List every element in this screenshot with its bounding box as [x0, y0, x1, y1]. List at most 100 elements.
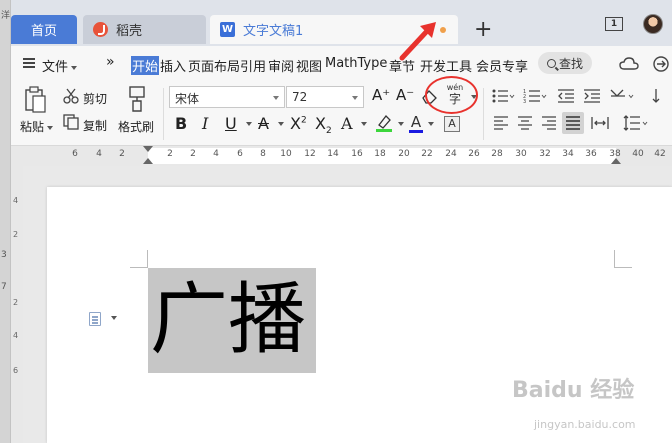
grow-font-button[interactable]: A⁺: [372, 86, 390, 104]
ruler-number: 20: [398, 149, 410, 159]
strikethrough-button[interactable]: A: [258, 114, 269, 133]
writer-logo-icon: W: [220, 22, 235, 37]
tab-view[interactable]: 视图: [296, 56, 322, 75]
strip-char: 3: [1, 250, 7, 260]
cut-button[interactable]: 剪切: [83, 90, 107, 107]
superscript-button[interactable]: X2: [290, 114, 307, 133]
tab-references[interactable]: 引用: [240, 56, 266, 75]
ruler-number: 18: [374, 149, 386, 159]
font-size-value: 72: [292, 90, 308, 104]
tab-start[interactable]: 开始: [131, 56, 160, 75]
horizontal-ruler[interactable]: 6 4 2 2 2 4 6 8 10 12 14 16 18 20 22 24 26 28 30 32 34 36 38 40…: [11, 146, 672, 166]
toolbar-divider: [483, 88, 484, 140]
paste-button[interactable]: 粘贴: [20, 118, 54, 135]
paste-icon[interactable]: [23, 86, 47, 114]
ruler-number: 14: [327, 149, 339, 159]
copy-icon[interactable]: [63, 114, 79, 130]
file-menu[interactable]: 文件: [42, 56, 78, 75]
ruler-number: 24: [445, 149, 457, 159]
distributed-align-icon[interactable]: [591, 116, 609, 130]
ruler-number: 4: [213, 149, 219, 159]
hamburger-icon[interactable]: [23, 58, 35, 68]
ruler-number: 2: [167, 149, 173, 159]
font-name-select[interactable]: 宋体: [169, 86, 285, 108]
more-menu-button[interactable]: »: [106, 54, 115, 70]
ruler-number: 40: [632, 149, 644, 159]
ruler-number: 2: [190, 149, 196, 159]
tab-member[interactable]: 会员专享: [476, 56, 528, 75]
bullet-list-icon[interactable]: [491, 88, 515, 104]
align-right-icon[interactable]: [541, 116, 557, 130]
chevron-down-icon: [71, 65, 78, 70]
sort-icon[interactable]: [651, 87, 669, 105]
tab-insert[interactable]: 插入: [160, 56, 186, 75]
scissors-icon[interactable]: [63, 88, 79, 104]
font-color-icon: A: [410, 113, 422, 131]
cloud-icon[interactable]: [619, 56, 639, 72]
search-icon: [546, 58, 556, 68]
align-center-icon[interactable]: [517, 116, 533, 130]
chevron-down-icon[interactable]: [111, 316, 117, 320]
copy-button[interactable]: 复制: [83, 117, 107, 134]
ruler-number: 6: [237, 149, 243, 159]
ruler-number: 16: [351, 149, 363, 159]
align-left-icon[interactable]: [493, 116, 509, 130]
chevron-down-icon[interactable]: [246, 122, 252, 126]
font-size-select[interactable]: 72: [286, 86, 364, 108]
italic-button[interactable]: I: [202, 114, 208, 133]
shrink-font-button[interactable]: A⁻: [396, 86, 414, 104]
share-icon[interactable]: [651, 55, 671, 73]
tab-home[interactable]: 首页: [11, 15, 77, 44]
font-color-button[interactable]: A: [409, 113, 423, 133]
bold-button[interactable]: B: [175, 114, 187, 133]
chevron-down-icon: [352, 96, 358, 100]
hanging-indent-handle[interactable]: [143, 158, 153, 164]
font-name-value: 宋体: [175, 92, 200, 106]
numbered-list-icon[interactable]: 1 2 3: [523, 88, 547, 104]
tab-daoke[interactable]: 稻壳: [83, 15, 206, 44]
paragraph-marker-icon[interactable]: [89, 312, 101, 326]
ruler-number: 34: [562, 149, 574, 159]
vruler-number: 2: [13, 230, 19, 239]
watermark-url: jingyan.baidu.com: [534, 418, 636, 431]
crop-mark-top-right: [614, 250, 632, 268]
strip-char: 洋: [1, 11, 11, 21]
menu-bar: 文件 » 开始 插入 页面布局 引用 审阅 视图 MathType 章节 开发工…: [11, 46, 672, 80]
format-painter-button[interactable]: 格式刷: [118, 118, 154, 135]
file-menu-label: 文件: [42, 60, 69, 75]
window-count-icon[interactable]: 1: [605, 17, 623, 31]
avatar[interactable]: [643, 14, 663, 34]
highlighter-icon[interactable]: [375, 113, 393, 133]
selected-document-text[interactable]: 广播: [148, 268, 316, 373]
ruler-number: 10: [280, 149, 292, 159]
daoke-logo-icon: [93, 22, 108, 37]
tab-page-layout[interactable]: 页面布局: [188, 56, 240, 75]
vertical-ruler[interactable]: 4 2 2 4 6: [11, 166, 23, 443]
new-tab-button[interactable]: +: [474, 17, 492, 42]
text-effect-button[interactable]: A: [341, 114, 353, 133]
chevron-down-icon: [273, 96, 279, 100]
search-button[interactable]: 查找: [538, 52, 592, 74]
watermark-logo: Baidu 经验: [512, 378, 635, 403]
text-direction-icon[interactable]: [609, 87, 637, 105]
chevron-down-icon[interactable]: [398, 122, 404, 126]
right-indent-handle[interactable]: [611, 158, 621, 164]
crop-mark-top-left: [130, 250, 148, 268]
increase-indent-icon[interactable]: [583, 88, 601, 104]
underline-button[interactable]: U: [225, 114, 237, 133]
first-line-indent-handle[interactable]: [143, 146, 153, 152]
tab-review[interactable]: 审阅: [268, 56, 294, 75]
chevron-down-icon[interactable]: [428, 122, 434, 126]
chevron-down-icon[interactable]: [278, 122, 284, 126]
line-spacing-icon[interactable]: [623, 114, 649, 132]
chevron-down-icon[interactable]: [361, 122, 367, 126]
format-painter-icon[interactable]: [126, 85, 148, 113]
tab-document-label: 文字文稿1: [243, 24, 304, 39]
decrease-indent-icon[interactable]: [557, 88, 575, 104]
align-justify-button[interactable]: [562, 112, 584, 134]
char-border-button[interactable]: A: [444, 116, 460, 132]
tab-mathtype[interactable]: MathType: [325, 56, 387, 71]
document-page[interactable]: [47, 187, 672, 443]
vruler-number: 2: [13, 298, 19, 307]
subscript-button[interactable]: X2: [315, 114, 332, 136]
